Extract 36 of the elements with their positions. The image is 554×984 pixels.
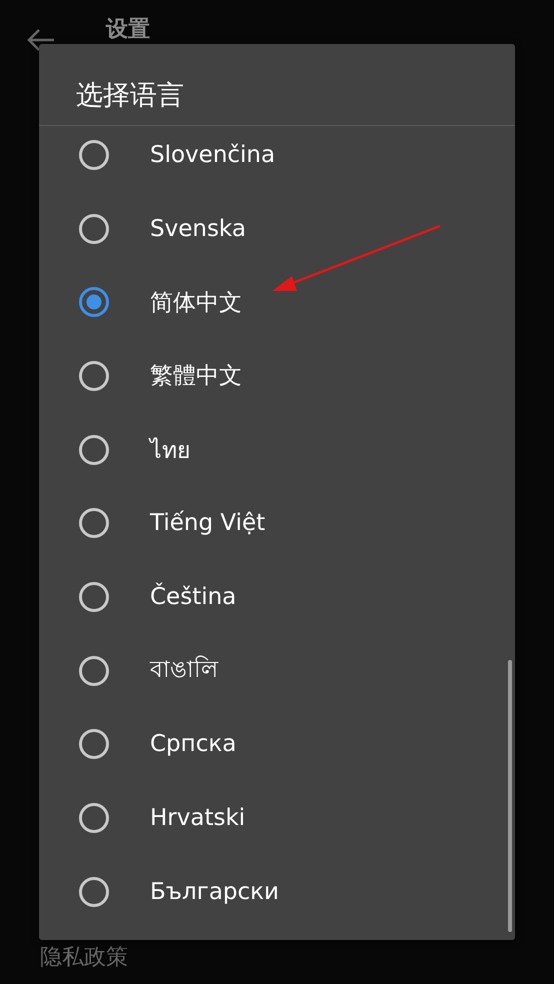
language-label: Hrvatski [150, 805, 246, 832]
language-label: Српска [150, 731, 236, 758]
radio-button[interactable] [78, 654, 110, 687]
language-option[interactable]: Tiếng Việt [39, 486, 515, 560]
radio-button[interactable] [78, 434, 110, 466]
language-option[interactable]: Български [39, 854, 515, 929]
radio-button[interactable] [78, 212, 110, 245]
language-label: 简体中文 [150, 288, 242, 318]
radio-button[interactable] [78, 580, 110, 613]
radio-button[interactable] [78, 286, 110, 318]
language-option[interactable]: ไทย [39, 412, 515, 486]
radio-button[interactable] [78, 138, 110, 171]
language-option[interactable]: Hrvatski [39, 781, 515, 855]
language-option[interactable]: 简体中文 [39, 265, 515, 340]
radio-button[interactable] [78, 360, 110, 392]
language-label: ไทย [150, 436, 190, 466]
language-label: Tiếng Việt [150, 510, 266, 536]
language-option[interactable]: Српска [39, 708, 515, 782]
back-icon[interactable] [26, 28, 56, 52]
page-title: 设置 [106, 18, 150, 42]
dialog-title: 选择语言 [75, 79, 185, 113]
radio-button[interactable] [78, 728, 110, 760]
language-option[interactable]: Čeština [39, 560, 515, 634]
language-option[interactable]: Svenska [39, 192, 515, 266]
radio-button[interactable] [78, 507, 110, 540]
language-option[interactable]: 繁體中文 [39, 339, 515, 413]
language-label: Čeština [150, 584, 236, 610]
language-label: বাঙালি [150, 654, 218, 686]
language-label: Slovenčina [150, 142, 276, 168]
language-option[interactable]: বাঙালি [39, 634, 515, 708]
language-option[interactable]: Slovenčina [39, 126, 515, 192]
language-label: Svenska [150, 216, 246, 242]
radio-button[interactable] [78, 876, 110, 908]
language-label: Български [150, 878, 279, 905]
radio-button[interactable] [78, 802, 110, 834]
language-label: 繁體中文 [150, 362, 242, 392]
